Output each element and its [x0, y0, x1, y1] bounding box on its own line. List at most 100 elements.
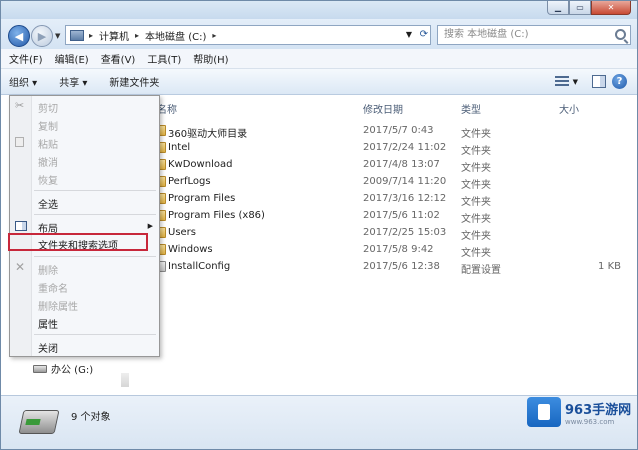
forward-button[interactable]: ▶	[31, 25, 53, 47]
scissors-icon: ✂	[15, 99, 25, 112]
file-type: 文件夹	[461, 180, 491, 191]
file-row[interactable]: Users 2017/2/25 15:03 文件夹	[151, 225, 621, 242]
share-button[interactable]: 共享 ▾	[59, 74, 87, 89]
address-dropdown[interactable]: ▼	[406, 26, 412, 44]
breadcrumb-local-disk[interactable]: 本地磁盘 (C:)	[145, 28, 206, 43]
file-row[interactable]: Intel 2017/2/24 11:02 文件夹	[151, 140, 621, 157]
menu-separator	[34, 256, 156, 257]
menu-tools[interactable]: 工具(T)	[147, 51, 181, 66]
breadcrumb-separator[interactable]: ▸	[212, 31, 216, 40]
menu-view[interactable]: 查看(V)	[101, 51, 136, 66]
drive-icon	[18, 410, 60, 434]
file-row[interactable]: PerfLogs 2009/7/14 11:20 文件夹	[151, 174, 621, 191]
close-button[interactable]: ✕	[591, 1, 631, 15]
command-bar: 组织 ▾ 共享 ▾ 新建文件夹 ▼ ?	[1, 69, 637, 95]
menu-item-copy[interactable]: 复制	[38, 118, 58, 133]
breadcrumb-separator[interactable]: ▸	[135, 31, 139, 40]
file-row[interactable]: Program Files 2017/3/16 12:12 文件夹	[151, 191, 621, 208]
file-type: 文件夹	[461, 248, 491, 259]
refresh-icon[interactable]: ⟳	[420, 26, 428, 44]
nav-item-drive-g[interactable]: 办公 (G:)	[33, 361, 93, 376]
recent-pages-dropdown[interactable]: ▼	[55, 32, 60, 40]
breadcrumb-separator[interactable]: ▸	[89, 31, 93, 40]
organize-button[interactable]: 组织 ▾	[9, 74, 37, 89]
title-bar: ▁ ▭ ✕	[1, 1, 637, 19]
menu-separator	[34, 214, 156, 215]
menu-item-select-all[interactable]: 全选	[38, 196, 58, 211]
column-header-type[interactable]: 类型	[461, 101, 481, 116]
menu-item-remove-properties[interactable]: 删除属性	[38, 298, 78, 313]
file-name: 360驱动大师目录	[168, 129, 248, 140]
file-name: KwDownload	[168, 159, 233, 170]
menu-item-properties[interactable]: 属性	[38, 316, 58, 331]
menu-item-delete[interactable]: 删除	[38, 262, 58, 277]
minimize-button[interactable]: ▁	[547, 1, 569, 15]
clipboard-icon	[15, 137, 24, 147]
file-name: Program Files (x86)	[168, 210, 265, 221]
arrow-right-icon: ▶	[37, 29, 47, 43]
maximize-button[interactable]: ▭	[569, 1, 591, 15]
address-bar[interactable]: ▸ 计算机 ▸ 本地磁盘 (C:) ▸ ▼ ⟳	[65, 25, 431, 45]
submenu-arrow-icon: ▶	[147, 222, 153, 230]
column-header-size[interactable]: 大小	[559, 101, 579, 116]
column-header-date[interactable]: 修改日期	[363, 101, 403, 116]
file-name: Users	[168, 227, 197, 238]
address-row: ◀ ▶ ▼ ▸ 计算机 ▸ 本地磁盘 (C:) ▸ ▼ ⟳ 搜索 本地磁盘 (C…	[1, 19, 637, 49]
toolbar-right: ▼ ?	[554, 74, 627, 89]
breadcrumb-computer[interactable]: 计算机	[99, 28, 129, 43]
brand-logo-icon	[527, 397, 561, 427]
new-folder-button[interactable]: 新建文件夹	[109, 74, 159, 89]
scrollbar[interactable]	[121, 373, 129, 387]
menu-separator	[34, 190, 156, 191]
menu-item-close[interactable]: 关闭	[38, 340, 58, 355]
file-row[interactable]: Windows 2017/5/8 9:42 文件夹	[151, 242, 621, 259]
file-size: 1 KB	[598, 261, 621, 272]
file-type: 文件夹	[461, 214, 491, 225]
computer-icon	[70, 29, 84, 41]
file-type: 配置设置	[461, 265, 501, 276]
preview-pane-icon[interactable]	[592, 75, 606, 88]
menu-help[interactable]: 帮助(H)	[193, 51, 228, 66]
file-row[interactable]: KwDownload 2017/4/8 13:07 文件夹	[151, 157, 621, 174]
menu-item-redo[interactable]: 恢复	[38, 172, 58, 187]
watermark-text: 963手游网 www.963.com	[565, 399, 631, 426]
file-date: 2017/5/8 9:42	[363, 244, 434, 255]
file-date: 2017/3/16 12:12	[363, 193, 447, 204]
menu-item-rename[interactable]: 重命名	[38, 280, 68, 295]
back-button[interactable]: ◀	[8, 25, 30, 47]
search-icon	[615, 29, 626, 40]
file-date: 2017/5/6 11:02	[363, 210, 440, 221]
file-name: Windows	[168, 244, 213, 255]
column-header-name[interactable]: 名称	[157, 101, 177, 116]
explorer-window: ▁ ▭ ✕ ◀ ▶ ▼ ▸ 计算机 ▸ 本地磁盘 (C:) ▸ ▼ ⟳ 搜索 本…	[0, 0, 638, 450]
menu-edit[interactable]: 编辑(E)	[55, 51, 89, 66]
file-date: 2017/4/8 13:07	[363, 159, 440, 170]
menu-item-undo[interactable]: 撤消	[38, 154, 58, 169]
file-date: 2009/7/14 11:20	[363, 176, 447, 187]
file-row[interactable]: Program Files (x86) 2017/5/6 11:02 文件夹	[151, 208, 621, 225]
help-icon[interactable]: ?	[612, 74, 627, 89]
view-options-icon[interactable]	[554, 76, 569, 87]
file-row[interactable]: 360驱动大师目录 2017/5/7 0:43 文件夹	[151, 123, 621, 140]
file-name: PerfLogs	[168, 176, 211, 187]
menu-separator	[34, 334, 156, 335]
drive-icon	[33, 364, 47, 373]
menu-file[interactable]: 文件(F)	[9, 51, 43, 66]
file-date: 2017/2/25 15:03	[363, 227, 447, 238]
search-placeholder: 搜索 本地磁盘 (C:)	[444, 29, 529, 40]
menu-item-paste[interactable]: 粘贴	[38, 136, 58, 151]
file-type: 文件夹	[461, 146, 491, 157]
file-row[interactable]: InstallConfig 2017/5/6 12:38 配置设置 1 KB	[151, 259, 621, 276]
file-name: Program Files	[168, 193, 236, 204]
arrow-left-icon: ◀	[14, 29, 24, 43]
file-type: 文件夹	[461, 231, 491, 242]
file-type: 文件夹	[461, 163, 491, 174]
menu-item-cut[interactable]: 剪切	[38, 100, 58, 115]
nav-item-label: 办公 (G:)	[51, 365, 94, 376]
file-type: 文件夹	[461, 197, 491, 208]
file-name: Intel	[168, 142, 191, 153]
search-input[interactable]: 搜索 本地磁盘 (C:)	[437, 25, 631, 45]
view-options-dropdown[interactable]: ▼	[573, 78, 578, 86]
file-type: 文件夹	[461, 129, 491, 140]
file-date: 2017/5/6 12:38	[363, 261, 440, 272]
